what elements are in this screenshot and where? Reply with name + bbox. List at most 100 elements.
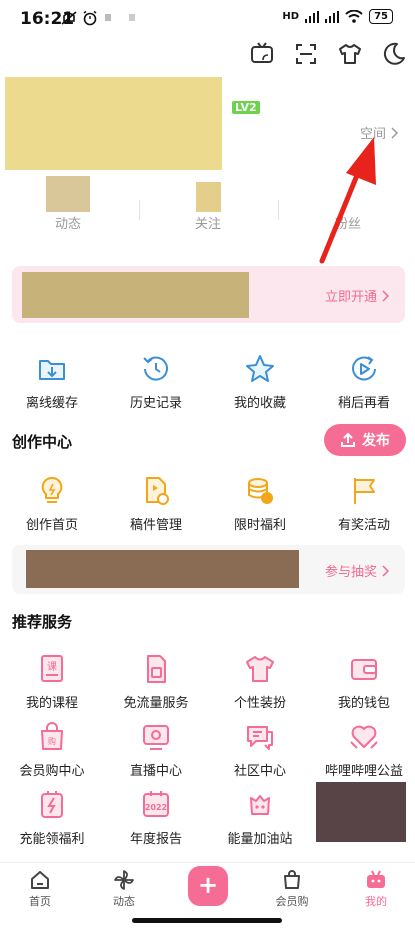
prize-events-button[interactable]: 有奖活动 [314, 474, 414, 533]
annual-report-button[interactable]: 2022 年度报告 [106, 788, 206, 847]
stat-dynamic[interactable]: 动态 [38, 213, 98, 232]
svg-text:2022: 2022 [145, 803, 167, 812]
tab-label: 会员购 [275, 895, 309, 908]
member-shop-button[interactable]: 购 会员购中心 [2, 720, 102, 779]
stat-count-redacted [196, 182, 221, 212]
creation-label: 稿件管理 [129, 518, 182, 533]
service-label: 社区中心 [233, 764, 286, 779]
lottery-banner-redacted [26, 550, 299, 588]
community-center-button[interactable]: 社区中心 [210, 720, 310, 779]
chat-bubbles-icon [247, 726, 273, 750]
sim-card-icon [147, 655, 166, 683]
service-label: 会员购中心 [19, 764, 85, 779]
report-2022-icon: 2022 [143, 791, 169, 817]
limited-benefits-button[interactable]: 限时福利 [210, 474, 310, 533]
free-data-button[interactable]: 免流量服务 [106, 652, 206, 711]
svg-text:课: 课 [47, 661, 57, 673]
energy-station-button[interactable]: 能量加油站 [210, 788, 310, 847]
watch-later-button[interactable]: 稍后再看 [314, 352, 414, 411]
battery-level: 75 [369, 9, 393, 24]
tab-label: 我的 [365, 895, 387, 908]
service-label: 我的课程 [25, 696, 78, 711]
wallet-icon [351, 659, 377, 680]
stat-count-redacted [46, 176, 90, 212]
service-label: 哔哩哔哩公益 [324, 764, 403, 779]
creation-label: 限时福利 [233, 518, 286, 533]
home-icon [31, 871, 49, 889]
quick-action-label: 历史记录 [129, 396, 182, 411]
energy-station-icon [250, 795, 270, 815]
vip-banner[interactable]: 立即开通 [12, 266, 405, 323]
flag-icon [354, 478, 375, 504]
service-label: 免流量服务 [123, 696, 189, 711]
my-courses-button[interactable]: 课 我的课程 [2, 652, 102, 711]
quick-action-label: 稍后再看 [337, 396, 390, 411]
service-label: 能量加油站 [227, 832, 293, 847]
wifi-icon [345, 10, 363, 23]
tshirt-icon [246, 656, 274, 682]
service-label: 个性装扮 [233, 696, 286, 711]
service-label: 我的钱包 [337, 696, 390, 711]
vip-open-label: 立即开通 [324, 290, 377, 305]
service-label: 年度报告 [129, 832, 182, 847]
stat-divider [278, 200, 279, 220]
my-wallet-button[interactable]: 我的钱包 [314, 652, 414, 711]
charity-heart-icon [350, 725, 378, 749]
night-mode-icon[interactable] [380, 40, 408, 68]
signal-icon [325, 10, 340, 23]
service-label: 充能领福利 [19, 832, 85, 847]
creation-center-title: 创作中心 [12, 433, 73, 451]
bulb-icon [41, 476, 63, 503]
avatar-name-redacted[interactable] [5, 77, 222, 170]
quick-action-label: 我的收藏 [233, 396, 286, 411]
history-clock-icon [143, 356, 168, 381]
signal-icon [305, 10, 320, 23]
upload-icon [341, 432, 355, 447]
status-bar: 16:21 HD 75 [0, 0, 415, 36]
chevron-right-icon [382, 564, 389, 577]
create-plus-button[interactable]: + [188, 866, 228, 906]
chevron-right-icon [382, 289, 389, 302]
personal-dressup-button[interactable]: 个性装扮 [210, 652, 310, 711]
tab-member-shop[interactable]: 会员购 [262, 869, 322, 909]
scan-icon[interactable] [292, 40, 320, 68]
coins-icon [248, 478, 273, 504]
stat-divider [139, 200, 140, 220]
course-book-icon: 课 [41, 655, 63, 682]
tab-home[interactable]: 首页 [10, 869, 70, 909]
tshirt-icon[interactable] [336, 40, 364, 68]
manuscript-icon [146, 477, 169, 505]
network-label: HD [282, 11, 300, 22]
notification-dot-icon [105, 14, 111, 21]
tab-label: 首页 [29, 895, 51, 908]
join-lottery-link[interactable]: 参与抽奖 [325, 561, 389, 580]
live-tv-icon [143, 725, 169, 750]
quick-action-label: 离线缓存 [25, 396, 78, 411]
tv-mascot-icon [367, 870, 385, 888]
watch-later-icon [352, 356, 376, 381]
offline-cache-button[interactable]: 离线缓存 [2, 352, 102, 411]
bilibili-charity-button[interactable]: 哔哩哔哩公益 [314, 720, 414, 779]
history-button[interactable]: 历史记录 [106, 352, 206, 411]
vip-banner-redacted [22, 272, 249, 318]
favorites-button[interactable]: 我的收藏 [210, 352, 310, 411]
star-icon [246, 355, 274, 382]
stat-following[interactable]: 关注 [178, 213, 238, 232]
status-indicators: HD 75 [282, 9, 393, 24]
alarm-icon [82, 10, 98, 30]
publish-button[interactable]: 发布 [324, 424, 406, 456]
lottery-banner[interactable]: 参与抽奖 [12, 545, 405, 594]
live-center-button[interactable]: 直播中心 [106, 720, 206, 779]
creation-home-button[interactable]: 创作首页 [2, 474, 102, 533]
energy-benefits-button[interactable]: 充能领福利 [2, 788, 102, 847]
vip-open-link[interactable]: 立即开通 [325, 286, 389, 305]
shopping-bag-icon: 购 [41, 722, 63, 750]
creation-label: 创作首页 [25, 518, 78, 533]
tab-dynamic[interactable]: 动态 [94, 869, 154, 909]
recommended-title: 推荐服务 [12, 613, 73, 631]
service-redacted [316, 782, 406, 842]
tv-cast-icon[interactable] [248, 40, 276, 68]
tab-mine[interactable]: 我的 [346, 869, 406, 909]
join-lottery-label: 参与抽奖 [324, 565, 377, 580]
manuscript-button[interactable]: 稿件管理 [106, 474, 206, 533]
